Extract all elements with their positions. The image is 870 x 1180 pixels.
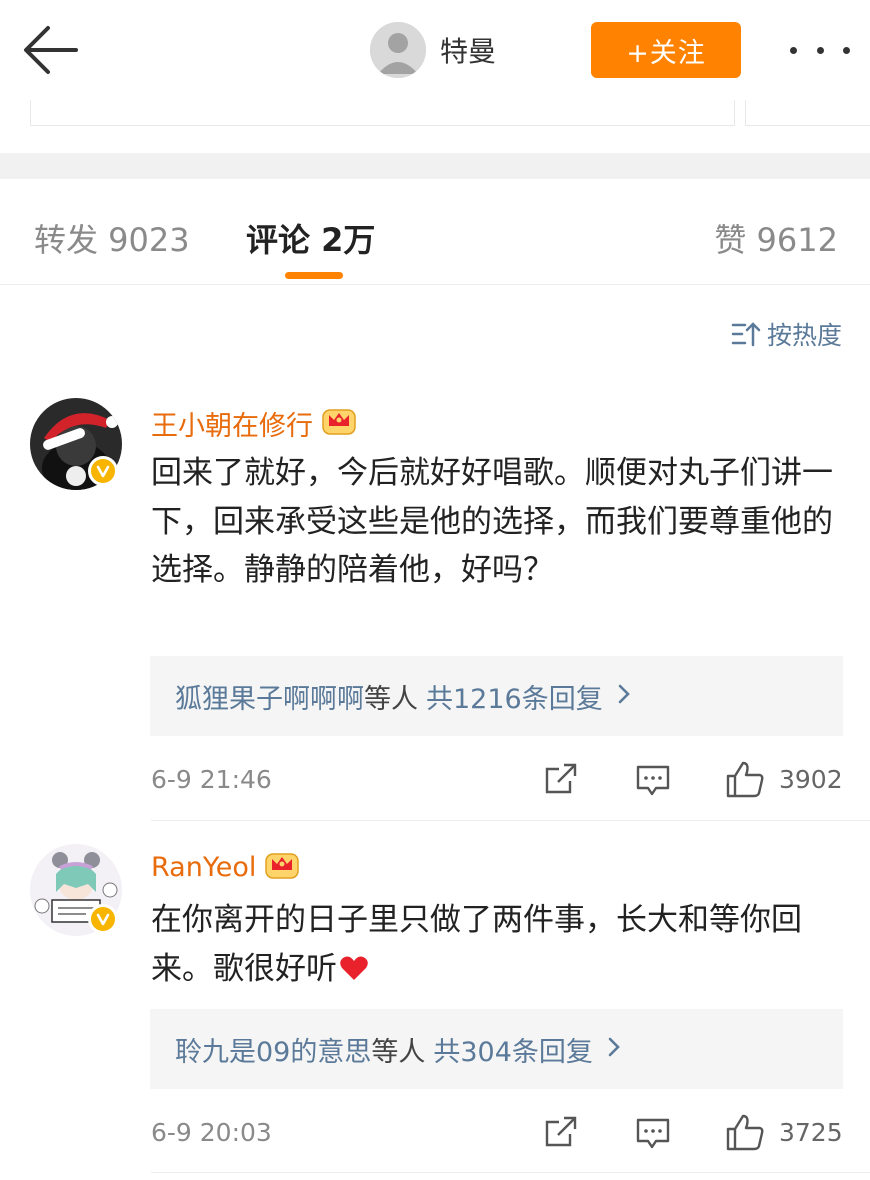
like-thumb-icon[interactable] — [725, 760, 765, 802]
crown-badge-icon — [321, 404, 357, 443]
sort-toggle[interactable]: 按热度 — [731, 316, 842, 352]
tab-repost[interactable]: 转发 9023 — [34, 215, 190, 261]
reply-user[interactable]: 聆九是09的意思 — [175, 1030, 371, 1069]
comment-text: 回来了就好，今后就好好唱歌。顺便对丸子们讲一下，回来承受这些是他的选择，而我们要… — [151, 455, 833, 589]
sort-label: 按热度 — [766, 321, 842, 350]
reply-user[interactable]: 狐狸果子啊啊啊 — [175, 677, 364, 716]
reply-summary[interactable]: 狐狸果子啊啊啊 等人 共1216条回复 — [150, 656, 843, 736]
reply-connector: 等人 — [371, 1036, 426, 1068]
comment-author[interactable]: 王小朝在修行 — [151, 404, 357, 443]
active-tab-indicator — [285, 272, 343, 279]
repost-icon[interactable] — [544, 763, 578, 799]
heart-icon — [339, 947, 369, 996]
post-card-edge — [745, 100, 870, 126]
header-username[interactable]: 特曼 — [440, 30, 496, 70]
tab-like[interactable]: 赞 9612 — [714, 215, 838, 261]
more-dots-icon[interactable] — [790, 32, 850, 68]
sort-icon — [731, 322, 761, 347]
comment-divider — [151, 1172, 870, 1173]
verified-badge-icon — [88, 456, 118, 486]
comment-timestamp: 6-9 21:46 — [151, 765, 272, 794]
follow-button[interactable]: +关注 — [591, 22, 741, 78]
reply-summary[interactable]: 聆九是09的意思 等人 共304条回复 — [150, 1009, 843, 1089]
comment-author[interactable]: RanYeol — [151, 848, 300, 887]
post-card-edge — [30, 100, 735, 126]
repost-icon[interactable] — [544, 1116, 578, 1152]
comment-icon[interactable] — [635, 1117, 671, 1155]
crown-badge-icon — [264, 848, 300, 887]
like-thumb-icon[interactable] — [725, 1113, 765, 1155]
tab-bar: 转发 9023 评论 2万 赞 9612 — [0, 179, 870, 285]
reply-connector: 等人 — [364, 683, 418, 715]
chevron-right-icon — [617, 681, 631, 712]
comment-text: 在你离开的日子里只做了两件事，长大和等你回来。歌很好听 — [151, 896, 851, 995]
comment-timestamp: 6-9 20:03 — [151, 1118, 272, 1147]
user-avatar[interactable] — [370, 22, 426, 78]
comment-icon[interactable] — [635, 764, 671, 802]
verified-badge-icon — [88, 904, 118, 934]
comment-text-body: 在你离开的日子里只做了两件事，长大和等你回来。歌很好听 — [151, 902, 802, 987]
reply-count[interactable]: 共304条回复 — [433, 1030, 593, 1069]
like-count: 3725 — [779, 1118, 843, 1147]
back-arrow-icon[interactable] — [18, 20, 88, 80]
top-bar: 特曼 +关注 — [0, 0, 870, 100]
section-separator — [0, 153, 870, 179]
comment-divider — [151, 820, 870, 821]
like-count: 3902 — [779, 765, 843, 794]
reply-count[interactable]: 共1216条回复 — [426, 677, 603, 716]
chevron-right-icon — [607, 1034, 621, 1065]
